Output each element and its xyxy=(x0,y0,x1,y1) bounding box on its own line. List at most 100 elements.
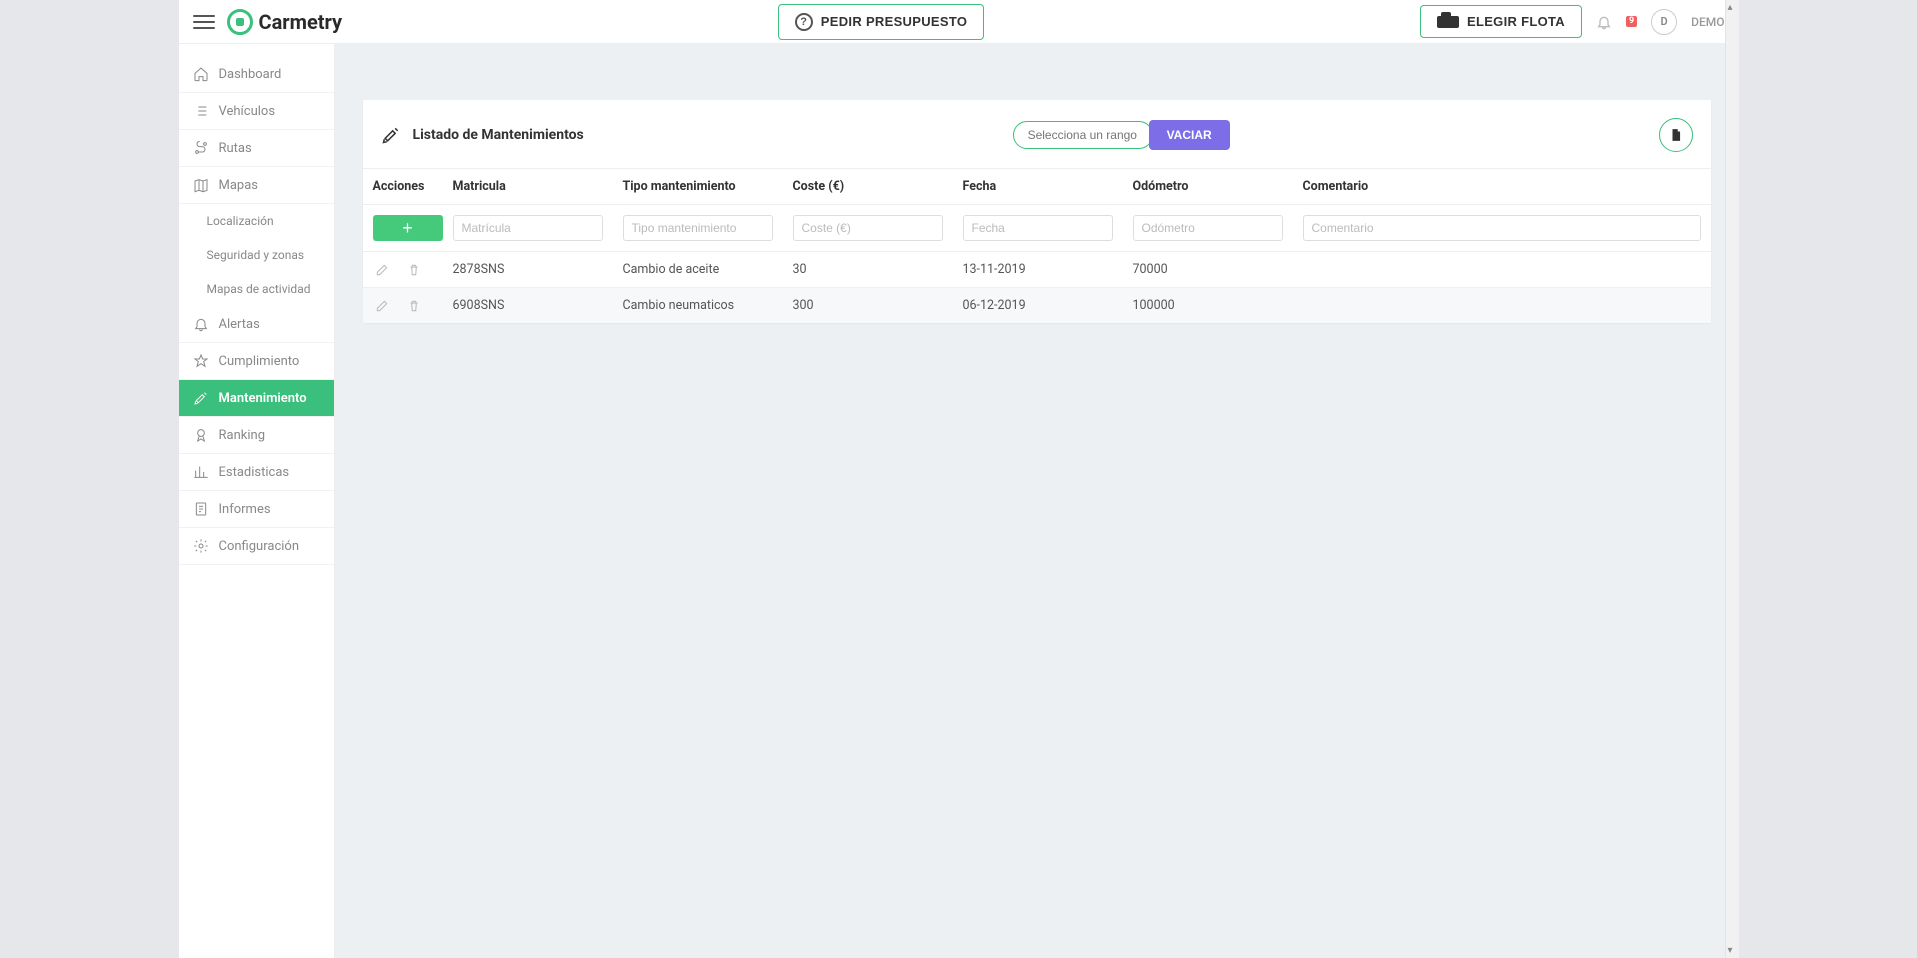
cell-fecha: 06-12-2019 xyxy=(953,288,1123,324)
cell-coste: 300 xyxy=(783,288,953,324)
sidebar-item-label: Informes xyxy=(219,502,271,517)
chart-icon xyxy=(193,464,209,480)
topbar: Carmetry ? PEDIR PRESUPUESTO ELEGIR FLOT… xyxy=(179,0,1739,44)
download-button[interactable] xyxy=(1659,118,1693,152)
sidebar-item-cumplimiento[interactable]: Cumplimiento xyxy=(179,343,334,380)
panel-title: Listado de Mantenimientos xyxy=(381,125,584,145)
table-row: 2878SNSCambio de aceite3013-11-201970000 xyxy=(363,252,1711,288)
sidebar-item-configuracion[interactable]: Configuración xyxy=(179,528,334,565)
cell-comentario xyxy=(1293,252,1711,288)
filter-odometro[interactable] xyxy=(1133,215,1283,241)
filter-fecha[interactable] xyxy=(963,215,1113,241)
th-fecha[interactable]: Fecha xyxy=(953,169,1123,205)
cell-tipo: Cambio de aceite xyxy=(613,252,783,288)
sidebar-item-mantenimiento[interactable]: Mantenimiento xyxy=(179,380,334,417)
th-comentario[interactable]: Comentario xyxy=(1293,169,1711,205)
th-acciones[interactable]: Acciones xyxy=(363,169,443,205)
cell-matricula: 2878SNS xyxy=(443,252,613,288)
delete-icon[interactable] xyxy=(407,263,421,277)
table-header-row: Acciones Matricula Tipo mantenimiento Co… xyxy=(363,169,1711,205)
sidebar-item-label: Cumplimiento xyxy=(219,354,300,369)
home-icon xyxy=(193,66,209,82)
cell-comentario xyxy=(1293,288,1711,324)
sidebar-item-informes[interactable]: Informes xyxy=(179,491,334,528)
star-icon xyxy=(193,353,209,369)
sidebar-item-label: Rutas xyxy=(219,141,252,156)
route-icon xyxy=(193,140,209,156)
cell-odometro: 70000 xyxy=(1123,252,1293,288)
sidebar-item-label: Vehículos xyxy=(219,104,276,119)
avatar[interactable]: D xyxy=(1651,9,1677,35)
medal-icon xyxy=(193,427,209,443)
panel-title-text: Listado de Mantenimientos xyxy=(413,127,584,143)
car-icon xyxy=(1437,16,1459,28)
add-row-button[interactable]: + xyxy=(373,215,443,241)
sidebar-item-label: Alertas xyxy=(219,317,260,332)
sidebar-item-localizacion[interactable]: Localización xyxy=(179,204,334,238)
wrench-icon xyxy=(193,390,209,406)
scroll-down-icon[interactable]: ▾ xyxy=(1728,945,1733,956)
clear-button[interactable]: VACIAR xyxy=(1149,120,1230,150)
panel-header: Listado de Mantenimientos VACIAR xyxy=(363,100,1711,168)
filter-coste[interactable] xyxy=(793,215,943,241)
sidebar-item-rutas[interactable]: Rutas xyxy=(179,130,334,167)
sidebar-item-alertas[interactable]: Alertas xyxy=(179,306,334,343)
menu-toggle-button[interactable] xyxy=(193,11,215,33)
cell-tipo: Cambio neumaticos xyxy=(613,288,783,324)
help-circle-icon: ? xyxy=(795,13,813,31)
sidebar-item-label: Mapas xyxy=(219,178,259,193)
edit-icon[interactable] xyxy=(375,263,389,277)
request-budget-button[interactable]: ? PEDIR PRESUPUESTO xyxy=(778,4,984,40)
cell-odometro: 100000 xyxy=(1123,288,1293,324)
sidebar-item-label: Mantenimiento xyxy=(219,391,307,406)
map-icon xyxy=(193,177,209,193)
sidebar-item-actividad[interactable]: Mapas de actividad xyxy=(179,272,334,306)
download-file-icon xyxy=(1669,127,1683,143)
date-range-input[interactable] xyxy=(1013,121,1153,149)
filter-tipo[interactable] xyxy=(623,215,773,241)
sidebar-item-mapas[interactable]: Mapas xyxy=(179,167,334,204)
th-matricula[interactable]: Matricula xyxy=(443,169,613,205)
choose-fleet-label: ELEGIR FLOTA xyxy=(1467,14,1565,29)
th-coste[interactable]: Coste (€) xyxy=(783,169,953,205)
scrollbar[interactable]: ▴ ▾ xyxy=(1725,0,1739,958)
report-icon xyxy=(193,501,209,517)
notifications-button[interactable] xyxy=(1596,14,1612,30)
th-odometro[interactable]: Odómetro xyxy=(1123,169,1293,205)
sidebar-item-label: Seguridad y zonas xyxy=(207,248,305,262)
cell-fecha: 13-11-2019 xyxy=(953,252,1123,288)
maintenance-table: Acciones Matricula Tipo mantenimiento Co… xyxy=(363,168,1711,323)
delete-icon[interactable] xyxy=(407,299,421,313)
th-tipo[interactable]: Tipo mantenimiento xyxy=(613,169,783,205)
bell-icon xyxy=(193,316,209,332)
list-icon xyxy=(193,103,209,119)
gear-icon xyxy=(193,538,209,554)
sidebar-item-label: Localización xyxy=(207,214,274,228)
cell-matricula: 6908SNS xyxy=(443,288,613,324)
sidebar-item-vehiculos[interactable]: Vehículos xyxy=(179,93,334,130)
sidebar-item-ranking[interactable]: Ranking xyxy=(179,417,334,454)
filter-matricula[interactable] xyxy=(453,215,603,241)
sidebar-item-label: Estadisticas xyxy=(219,465,290,480)
user-label: DEMO xyxy=(1691,15,1724,29)
sidebar-item-dashboard[interactable]: Dashboard xyxy=(179,56,334,93)
request-budget-label: PEDIR PRESUPUESTO xyxy=(821,14,967,29)
sidebar-item-label: Dashboard xyxy=(219,67,282,82)
cell-coste: 30 xyxy=(783,252,953,288)
logo-mark-icon xyxy=(227,9,253,35)
choose-fleet-button[interactable]: ELEGIR FLOTA xyxy=(1420,5,1582,38)
sidebar: Dashboard Vehículos Rutas Mapas Localización… xyxy=(179,44,335,958)
sidebar-item-estadisticas[interactable]: Estadisticas xyxy=(179,454,334,491)
table-filter-row: + xyxy=(363,205,1711,252)
sidebar-item-label: Configuración xyxy=(219,539,300,554)
maintenance-panel: Listado de Mantenimientos VACIAR xyxy=(363,100,1711,323)
edit-icon[interactable] xyxy=(375,299,389,313)
sidebar-item-label: Mapas de actividad xyxy=(207,282,311,296)
sidebar-item-seguridad[interactable]: Seguridad y zonas xyxy=(179,238,334,272)
scroll-up-icon[interactable]: ▴ xyxy=(1728,2,1733,13)
brand-logo[interactable]: Carmetry xyxy=(227,9,343,35)
filter-comentario[interactable] xyxy=(1303,215,1701,241)
brand-name: Carmetry xyxy=(259,10,343,34)
sidebar-item-label: Ranking xyxy=(219,428,266,443)
table-row: 6908SNSCambio neumaticos30006-12-2019100… xyxy=(363,288,1711,324)
